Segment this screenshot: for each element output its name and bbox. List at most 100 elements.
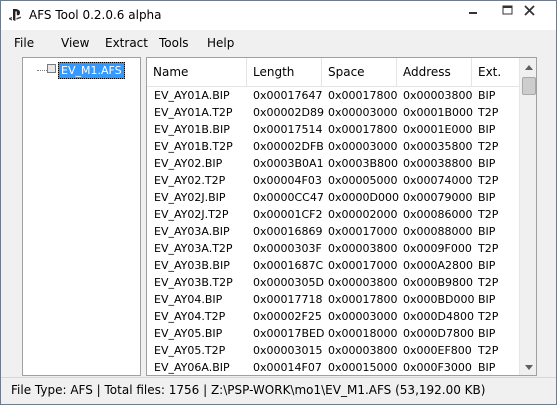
table-row[interactable]: EV_AY02J.BIP 0x0000CC47 0x0000D000 0x000790…: [147, 189, 519, 206]
cell-address: 0x00086000: [403, 208, 473, 221]
cell-ext: BIP: [478, 89, 496, 102]
menu-bar: File View Extract Tools Help: [1, 30, 556, 55]
cell-address: 0x00035800: [403, 140, 473, 153]
cell-address: 0x00079000: [403, 191, 473, 204]
column-header-space[interactable]: Space: [322, 58, 397, 86]
table-row[interactable]: EV_AY03B.T2P 0x0000305D 0x00003800 0x000B98…: [147, 274, 519, 291]
cell-space: 0x00002000: [328, 208, 398, 221]
table-row[interactable]: EV_AY05.BIP 0x00017BED 0x00018000 0x000D780…: [147, 325, 519, 342]
cell-length: 0x0000CC47: [253, 191, 324, 204]
cell-ext: T2P: [478, 174, 499, 187]
table-row[interactable]: EV_AY04.T2P 0x00002F25 0x00003000 0x000D480…: [147, 308, 519, 325]
cell-ext: T2P: [478, 310, 499, 323]
table-row[interactable]: EV_AY03B.BIP 0x0001687C 0x00017000 0x000A28…: [147, 257, 519, 274]
cell-length: 0x00014F07: [253, 361, 322, 374]
cell-space: 0x0000D000: [328, 191, 399, 204]
tree-connector: [37, 70, 47, 71]
cell-ext: T2P: [478, 344, 499, 357]
table-row[interactable]: EV_AY03A.T2P 0x0000303F 0x00003800 0x0009F0…: [147, 240, 519, 257]
scrollbar-thumb[interactable]: [522, 77, 536, 95]
table-row[interactable]: EV_AY02.BIP 0x0003B0A1 0x0003B800 0x0003880…: [147, 155, 519, 172]
cell-name: EV_AY05.T2P: [154, 344, 226, 357]
title-bar[interactable]: AFS Tool 0.2.0.6 alpha: [1, 1, 556, 30]
table-row[interactable]: EV_AY04.BIP 0x00017718 0x00017800 0x000BD00…: [147, 291, 519, 308]
minimize-button[interactable]: [457, 1, 489, 22]
cell-ext: T2P: [478, 276, 499, 289]
table-row[interactable]: EV_AY02.T2P 0x00004F03 0x00005000 0x0007400…: [147, 172, 519, 189]
list-header: Name Length Space Address Ext.: [147, 58, 519, 87]
cell-ext: BIP: [478, 123, 496, 136]
table-row[interactable]: EV_AY01A.BIP 0x00017647 0x00017800 0x000038…: [147, 87, 519, 104]
menu-view[interactable]: View: [61, 36, 89, 50]
cell-ext: T2P: [478, 242, 499, 255]
cell-address: 0x0001B000: [403, 106, 474, 119]
cell-length: 0x00017BED: [253, 327, 325, 340]
table-row[interactable]: EV_AY03A.BIP 0x00016869 0x00017000 0x000880…: [147, 223, 519, 240]
square-node-icon: [47, 64, 56, 73]
cell-name: EV_AY01B.T2P: [154, 140, 233, 153]
status-text: File Type: AFS | Total files: 1756 | Z:\…: [11, 383, 486, 397]
cell-space: 0x00003000: [328, 140, 398, 153]
column-header-ext[interactable]: Ext.: [472, 58, 519, 86]
menu-tools[interactable]: Tools: [159, 36, 189, 50]
cell-length: 0x00004F03: [253, 174, 322, 187]
cell-space: 0x00003800: [328, 242, 398, 255]
window-title: AFS Tool 0.2.0.6 alpha: [29, 8, 162, 22]
menu-help[interactable]: Help: [207, 36, 234, 50]
cell-length: 0x0003B0A1: [253, 157, 324, 170]
cell-space: 0x00003000: [328, 106, 398, 119]
cell-length: 0x0000303F: [253, 242, 322, 255]
cell-address: 0x000A2800: [403, 259, 474, 272]
cell-name: EV_AY04.T2P: [154, 310, 226, 323]
cell-address: 0x00088000: [403, 225, 473, 238]
playstation-icon: [8, 8, 22, 22]
cell-name: EV_AY02.T2P: [154, 174, 226, 187]
cell-ext: BIP: [478, 293, 496, 306]
cell-name: EV_AY06A.BIP: [154, 361, 230, 374]
table-row[interactable]: EV_AY01B.BIP 0x00017514 0x00017800 0x0001E0…: [147, 121, 519, 138]
cell-space: 0x00005000: [328, 174, 398, 187]
file-list[interactable]: Name Length Space Address Ext. EV_AY01A.…: [146, 57, 537, 376]
cell-name: EV_AY02.BIP: [154, 157, 223, 170]
close-button[interactable]: [505, 1, 553, 22]
cell-space: 0x0003B800: [328, 157, 399, 170]
cell-length: 0x00017514: [253, 123, 323, 136]
cell-address: 0x00074000: [403, 174, 473, 187]
table-row[interactable]: EV_AY02J.T2P 0x00001CF2 0x00002000 0x000860…: [147, 206, 519, 223]
cell-space: 0x00003800: [328, 344, 398, 357]
scroll-down-button[interactable]: [520, 358, 536, 375]
cell-length: 0x00002DFB: [253, 140, 324, 153]
cell-name: EV_AY01B.BIP: [154, 123, 230, 136]
chevron-up-icon: [524, 60, 533, 73]
cell-length: 0x00017718: [253, 293, 323, 306]
cell-address: 0x000F3000: [403, 361, 472, 374]
cell-address: 0x000EF800: [403, 344, 472, 357]
cell-address: 0x000B9800: [403, 276, 474, 289]
table-row[interactable]: EV_AY01A.T2P 0x00002D89 0x00003000 0x0001B0…: [147, 104, 519, 121]
cell-length: 0x00001CF2: [253, 208, 323, 221]
tree-node-root[interactable]: EV_M1.AFS: [58, 62, 125, 79]
cell-name: EV_AY01A.T2P: [154, 106, 233, 119]
file-tree[interactable]: EV_M1.AFS: [22, 57, 141, 376]
cell-space: 0x00003800: [328, 276, 398, 289]
cell-address: 0x000D7800: [403, 327, 474, 340]
cell-name: EV_AY01A.BIP: [154, 89, 230, 102]
menu-file[interactable]: File: [14, 36, 34, 50]
cell-name: EV_AY03B.BIP: [154, 259, 230, 272]
cell-space: 0x00018000: [328, 327, 398, 340]
cell-name: EV_AY02J.T2P: [154, 208, 229, 221]
cell-name: EV_AY02J.BIP: [154, 191, 226, 204]
cell-address: 0x00003800: [403, 89, 473, 102]
table-row[interactable]: EV_AY05.T2P 0x00003015 0x00003800 0x000EF80…: [147, 342, 519, 359]
cell-address: 0x000BD000: [403, 293, 475, 306]
vertical-scrollbar[interactable]: [519, 58, 536, 375]
scroll-up-button[interactable]: [520, 58, 536, 75]
minimize-icon: [468, 5, 478, 18]
column-header-address[interactable]: Address: [397, 58, 472, 86]
column-header-length[interactable]: Length: [247, 58, 322, 86]
table-row[interactable]: EV_AY01B.T2P 0x00002DFB 0x00003000 0x000358…: [147, 138, 519, 155]
chevron-down-icon: [524, 360, 533, 373]
table-row[interactable]: EV_AY06A.BIP 0x00014F07 0x00015000 0x000F30…: [147, 359, 519, 375]
column-header-name[interactable]: Name: [147, 58, 247, 86]
menu-extract[interactable]: Extract: [105, 36, 148, 50]
